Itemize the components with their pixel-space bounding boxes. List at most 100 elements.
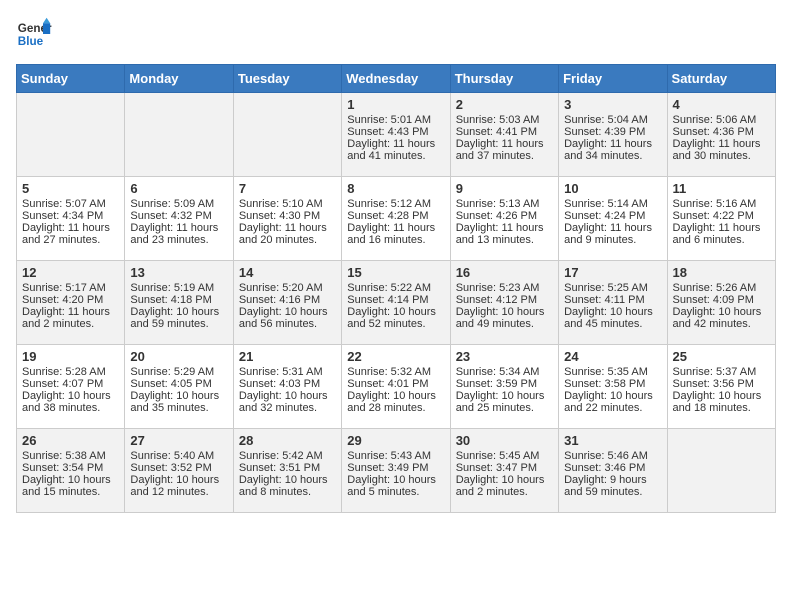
day-number: 25: [673, 349, 770, 364]
day-number: 29: [347, 433, 444, 448]
day-info-line: Sunrise: 5:32 AM: [347, 366, 444, 378]
day-info-line: and 6 minutes.: [673, 234, 770, 246]
calendar-cell: 23Sunrise: 5:34 AMSunset: 3:59 PMDayligh…: [450, 345, 558, 429]
day-info-line: Daylight: 10 hours: [347, 306, 444, 318]
day-info-line: Sunset: 4:32 PM: [130, 210, 227, 222]
logo-icon: General Blue: [16, 16, 52, 52]
day-number: 27: [130, 433, 227, 448]
day-info-line: and 13 minutes.: [456, 234, 553, 246]
day-number: 22: [347, 349, 444, 364]
day-info-line: and 52 minutes.: [347, 318, 444, 330]
calendar-cell: 2Sunrise: 5:03 AMSunset: 4:41 PMDaylight…: [450, 93, 558, 177]
day-info-line: Daylight: 10 hours: [456, 474, 553, 486]
day-info-line: Daylight: 10 hours: [564, 306, 661, 318]
calendar-cell: 19Sunrise: 5:28 AMSunset: 4:07 PMDayligh…: [17, 345, 125, 429]
day-info-line: Daylight: 11 hours: [564, 222, 661, 234]
day-info-line: Sunrise: 5:12 AM: [347, 198, 444, 210]
day-number: 28: [239, 433, 336, 448]
day-info-line: Daylight: 10 hours: [673, 390, 770, 402]
day-info-line: Sunset: 4:39 PM: [564, 126, 661, 138]
day-info-line: Daylight: 10 hours: [22, 390, 119, 402]
day-info-line: Sunrise: 5:06 AM: [673, 114, 770, 126]
day-info-line: Sunset: 3:49 PM: [347, 462, 444, 474]
calendar-cell: 15Sunrise: 5:22 AMSunset: 4:14 PMDayligh…: [342, 261, 450, 345]
day-info-line: and 9 minutes.: [564, 234, 661, 246]
day-info-line: Daylight: 10 hours: [130, 306, 227, 318]
day-number: 21: [239, 349, 336, 364]
day-info-line: Sunset: 3:52 PM: [130, 462, 227, 474]
day-number: 6: [130, 181, 227, 196]
calendar-cell: 24Sunrise: 5:35 AMSunset: 3:58 PMDayligh…: [559, 345, 667, 429]
day-info-line: Sunrise: 5:29 AM: [130, 366, 227, 378]
day-info-line: and 2 minutes.: [22, 318, 119, 330]
svg-text:Blue: Blue: [18, 35, 44, 48]
day-number: 2: [456, 97, 553, 112]
day-info-line: Sunrise: 5:22 AM: [347, 282, 444, 294]
day-info-line: Daylight: 10 hours: [456, 306, 553, 318]
calendar-cell: 27Sunrise: 5:40 AMSunset: 3:52 PMDayligh…: [125, 429, 233, 513]
day-info-line: Sunset: 3:47 PM: [456, 462, 553, 474]
day-info-line: Daylight: 11 hours: [130, 222, 227, 234]
day-info-line: Sunrise: 5:38 AM: [22, 450, 119, 462]
day-info-line: Daylight: 11 hours: [673, 138, 770, 150]
day-info-line: Sunset: 4:30 PM: [239, 210, 336, 222]
day-info-line: and 25 minutes.: [456, 402, 553, 414]
day-info-line: and 59 minutes.: [564, 486, 661, 498]
day-number: 10: [564, 181, 661, 196]
day-info-line: Daylight: 10 hours: [239, 306, 336, 318]
weekday-header-sunday: Sunday: [17, 65, 125, 93]
calendar-cell: [233, 93, 341, 177]
day-number: 23: [456, 349, 553, 364]
day-info-line: and 18 minutes.: [673, 402, 770, 414]
day-info-line: Daylight: 11 hours: [22, 306, 119, 318]
calendar-cell: 8Sunrise: 5:12 AMSunset: 4:28 PMDaylight…: [342, 177, 450, 261]
day-info-line: Sunrise: 5:45 AM: [456, 450, 553, 462]
day-info-line: and 38 minutes.: [22, 402, 119, 414]
calendar-cell: [17, 93, 125, 177]
day-info-line: Sunrise: 5:35 AM: [564, 366, 661, 378]
calendar-cell: 12Sunrise: 5:17 AMSunset: 4:20 PMDayligh…: [17, 261, 125, 345]
calendar-cell: 9Sunrise: 5:13 AMSunset: 4:26 PMDaylight…: [450, 177, 558, 261]
day-info-line: Sunrise: 5:07 AM: [22, 198, 119, 210]
calendar-cell: 7Sunrise: 5:10 AMSunset: 4:30 PMDaylight…: [233, 177, 341, 261]
day-info-line: Sunset: 4:34 PM: [22, 210, 119, 222]
calendar-cell: 26Sunrise: 5:38 AMSunset: 3:54 PMDayligh…: [17, 429, 125, 513]
day-number: 30: [456, 433, 553, 448]
day-info-line: Sunrise: 5:16 AM: [673, 198, 770, 210]
calendar-cell: 5Sunrise: 5:07 AMSunset: 4:34 PMDaylight…: [17, 177, 125, 261]
day-info-line: Daylight: 10 hours: [347, 390, 444, 402]
day-info-line: Sunrise: 5:46 AM: [564, 450, 661, 462]
day-info-line: Sunset: 4:24 PM: [564, 210, 661, 222]
day-info-line: and 37 minutes.: [456, 150, 553, 162]
day-info-line: and 8 minutes.: [239, 486, 336, 498]
day-info-line: Daylight: 10 hours: [130, 390, 227, 402]
day-number: 31: [564, 433, 661, 448]
day-info-line: Sunset: 3:58 PM: [564, 378, 661, 390]
day-number: 1: [347, 97, 444, 112]
day-info-line: and 32 minutes.: [239, 402, 336, 414]
day-number: 15: [347, 265, 444, 280]
day-info-line: Sunrise: 5:17 AM: [22, 282, 119, 294]
day-info-line: and 41 minutes.: [347, 150, 444, 162]
day-info-line: Daylight: 11 hours: [673, 222, 770, 234]
calendar-cell: 3Sunrise: 5:04 AMSunset: 4:39 PMDaylight…: [559, 93, 667, 177]
day-info-line: Daylight: 10 hours: [673, 306, 770, 318]
day-number: 5: [22, 181, 119, 196]
day-info-line: Daylight: 11 hours: [347, 222, 444, 234]
day-info-line: Sunrise: 5:13 AM: [456, 198, 553, 210]
day-number: 13: [130, 265, 227, 280]
day-info-line: and 22 minutes.: [564, 402, 661, 414]
day-number: 14: [239, 265, 336, 280]
day-number: 17: [564, 265, 661, 280]
weekday-header-thursday: Thursday: [450, 65, 558, 93]
calendar-cell: 11Sunrise: 5:16 AMSunset: 4:22 PMDayligh…: [667, 177, 775, 261]
day-info-line: Sunrise: 5:37 AM: [673, 366, 770, 378]
day-info-line: Sunset: 4:28 PM: [347, 210, 444, 222]
calendar-cell: 4Sunrise: 5:06 AMSunset: 4:36 PMDaylight…: [667, 93, 775, 177]
day-info-line: Sunset: 4:20 PM: [22, 294, 119, 306]
calendar-cell: [125, 93, 233, 177]
day-info-line: Sunrise: 5:31 AM: [239, 366, 336, 378]
day-info-line: Daylight: 11 hours: [347, 138, 444, 150]
day-info-line: Sunset: 4:03 PM: [239, 378, 336, 390]
day-info-line: Sunrise: 5:09 AM: [130, 198, 227, 210]
